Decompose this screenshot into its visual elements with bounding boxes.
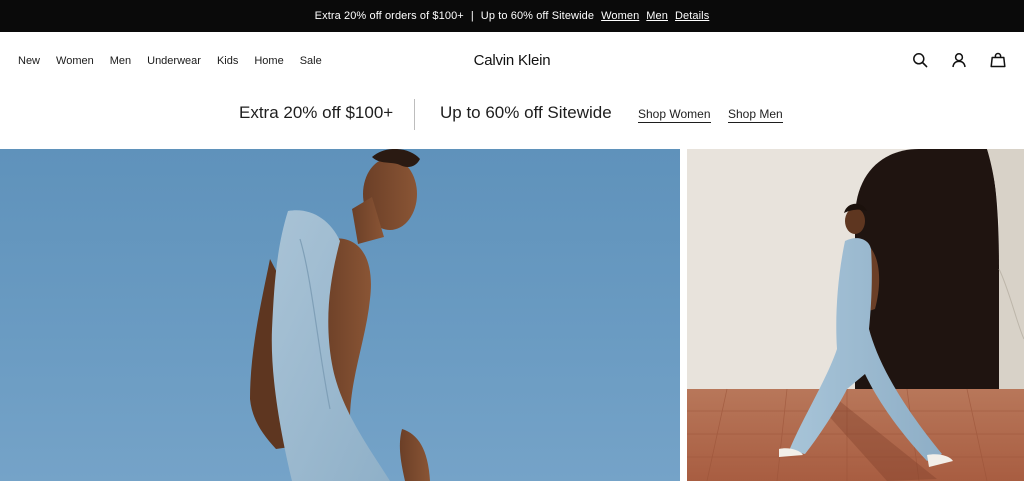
brand-logo[interactable]: Calvin Klein	[474, 52, 551, 69]
header-icons	[912, 52, 1006, 68]
site-header: New Women Men Underwear Kids Home Sale C…	[0, 32, 1024, 90]
shop-women-link[interactable]: Shop Women	[638, 107, 711, 123]
bag-icon[interactable]	[990, 52, 1006, 68]
brand-logo-wrap: Calvin Klein	[0, 52, 1024, 69]
hero-image-collection[interactable]	[687, 149, 1024, 481]
promo-divider	[414, 99, 415, 130]
hero-image-women[interactable]	[0, 149, 680, 481]
hero-gutter	[680, 149, 687, 481]
hero-photo-sky	[250, 149, 430, 481]
announcement-offer-1: Extra 20% off orders of $100+	[314, 10, 464, 22]
account-icon[interactable]	[951, 52, 967, 68]
promo-offer-1: Extra 20% off $100+	[239, 103, 394, 122]
shop-men-link[interactable]: Shop Men	[728, 107, 783, 123]
hero-photo-courtyard	[687, 149, 1024, 481]
announcement-offer-2: Up to 60% off Sitewide	[480, 10, 595, 22]
promo-offer-2: Up to 60% off Sitewide	[440, 103, 612, 122]
announcement-bar: Extra 20% off orders of $100+ | Up to 60…	[0, 0, 1024, 32]
search-icon[interactable]	[912, 52, 928, 68]
promo-strip: Extra 20% off $100+ Up to 60% off Sitewi…	[0, 90, 1024, 148]
announcement-link-details[interactable]: Details	[675, 10, 709, 22]
announcement-link-men[interactable]: Men	[646, 10, 668, 22]
announcement-separator: |	[470, 10, 474, 22]
announcement-link-women[interactable]: Women	[601, 10, 639, 22]
